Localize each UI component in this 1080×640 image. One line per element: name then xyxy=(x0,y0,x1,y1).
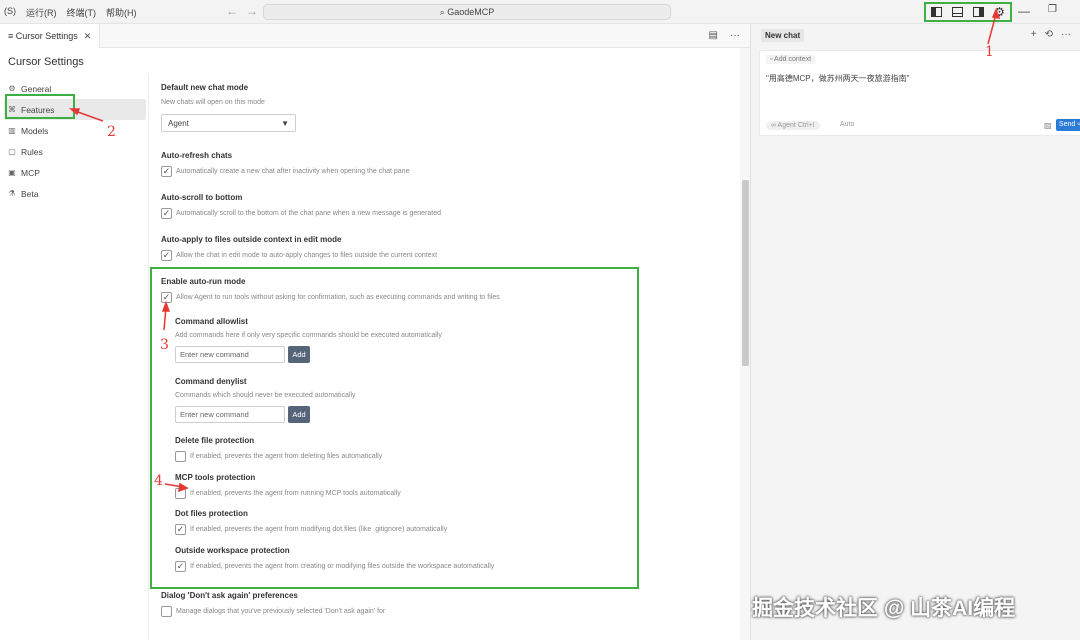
annotation-arrowhead-2 xyxy=(68,108,81,116)
annotation-arrow-1 xyxy=(987,13,997,45)
annotation-label-3: 3 xyxy=(160,337,169,353)
annotation-label-4: 4 xyxy=(154,473,163,489)
annotation-label-1: 1 xyxy=(985,44,994,60)
watermark: 掘金技术社区 @ 山茶AI编程 xyxy=(752,597,1016,620)
annotation-arrow-2 xyxy=(74,110,104,122)
annotation-arrowhead-3 xyxy=(161,300,171,312)
annotation-label-2: 2 xyxy=(107,124,116,140)
annotation-arrowhead-1 xyxy=(991,7,1001,19)
annotation-arrows xyxy=(68,7,1001,493)
annotation-arrowhead-4 xyxy=(178,482,189,493)
